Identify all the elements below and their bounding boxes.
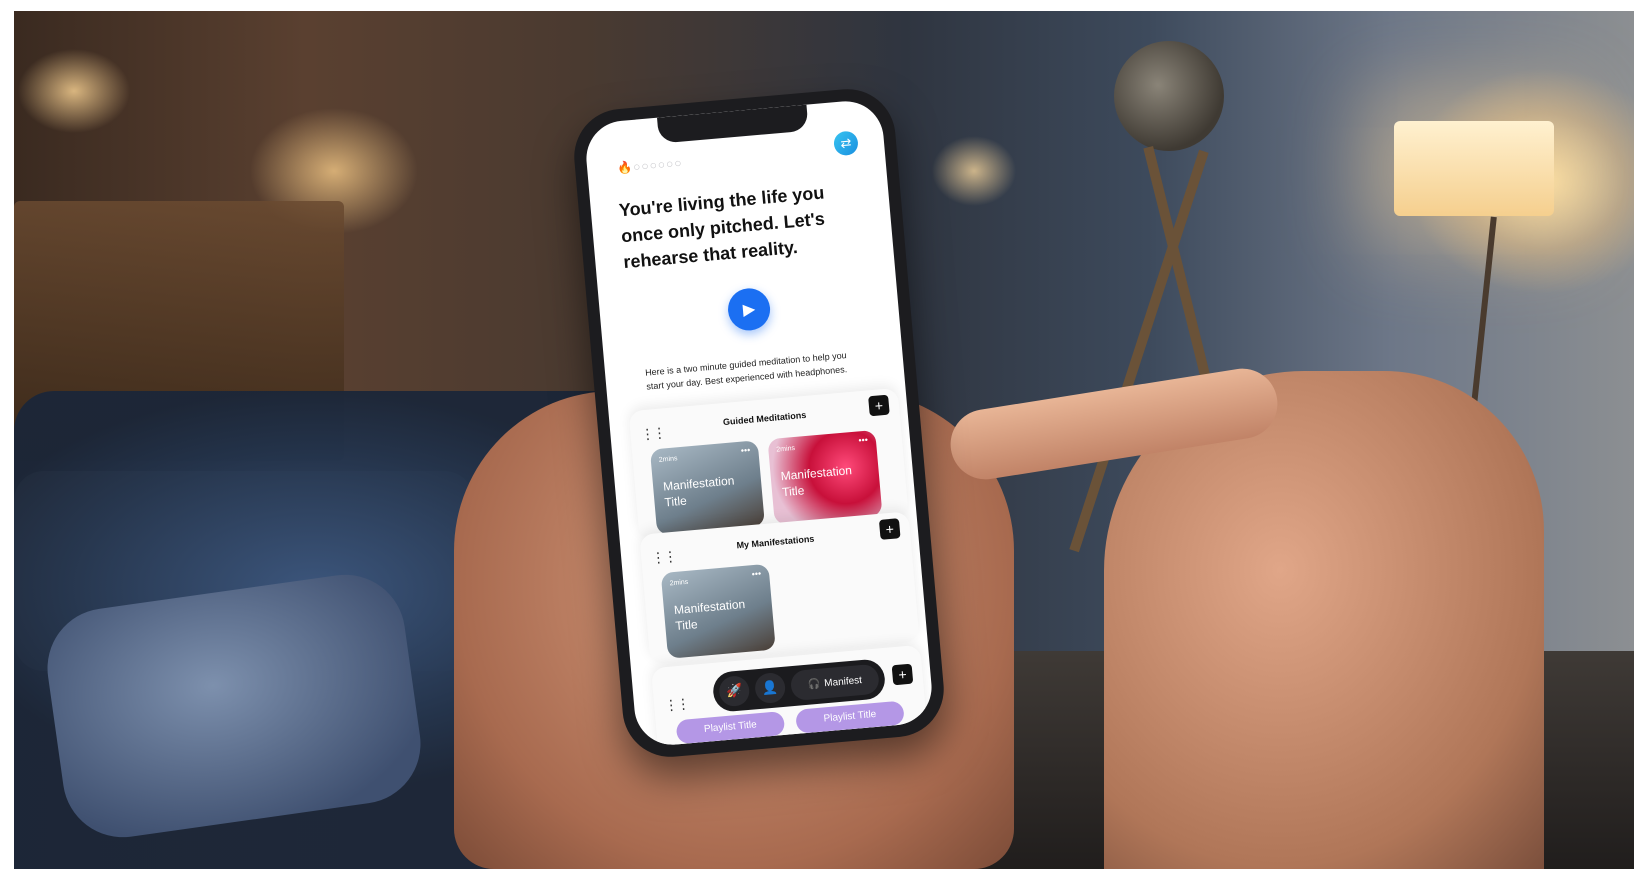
phone-notch <box>657 104 809 144</box>
add-guided-button[interactable]: + <box>868 394 890 417</box>
manifest-label: Manifest <box>823 674 863 689</box>
tripod-lamp-head <box>1114 41 1224 151</box>
add-playlist-button[interactable]: + <box>891 663 914 686</box>
card-title: Manifestation Title <box>780 463 853 500</box>
more-icon[interactable]: ••• <box>751 568 761 579</box>
meditation-description: Here is a two minute guided meditation t… <box>644 350 848 392</box>
more-icon[interactable]: ••• <box>858 435 868 446</box>
person-icon[interactable]: 👤 <box>753 671 787 705</box>
manifestation-card[interactable]: 2mins ••• Manifestation Title <box>660 563 776 659</box>
smartphone: 🔥○○○○○○ ⇄ You're living the life you onc… <box>570 85 948 761</box>
play-button[interactable]: ▶ <box>726 286 772 333</box>
streak-indicator: 🔥○○○○○○ <box>617 156 683 176</box>
fire-icon: 🔥 <box>616 160 634 176</box>
duration-label: 2mins <box>658 455 678 464</box>
more-icon[interactable]: ••• <box>740 445 750 456</box>
floor-lamp-shade <box>1394 121 1554 216</box>
rocket-icon[interactable]: 🚀 <box>718 674 751 708</box>
shuffle-icon[interactable]: ⇄ <box>832 130 859 157</box>
my-manifestations-section: ⋮⋮ My Manifestations + 2mins ••• Manifes… <box>639 511 920 665</box>
card-title: Manifestation Title <box>673 596 746 634</box>
page-headline: You're living the life you once only pit… <box>618 182 826 273</box>
section-title: Guided Meditations <box>722 409 807 428</box>
duration-label: 2mins <box>669 578 689 588</box>
manifest-button[interactable]: 🎧 Manifest <box>789 663 881 702</box>
headphones-icon: 🎧 <box>807 678 821 691</box>
section-title: My Manifestations <box>736 533 815 551</box>
add-manifestation-button[interactable]: + <box>878 518 901 540</box>
play-icon: ▶ <box>742 300 756 319</box>
drag-handle-icon[interactable]: ⋮⋮ <box>664 695 689 714</box>
manifestation-card[interactable]: 2mins ••• Manifestation Title <box>649 440 765 536</box>
manifestation-card[interactable]: 2mins ••• Manifestation Title <box>767 429 883 525</box>
streak-dots: ○○○○○○ <box>632 155 684 174</box>
card-title: Manifestation Title <box>662 473 735 510</box>
duration-label: 2mins <box>776 444 796 454</box>
phone-screen: 🔥○○○○○○ ⇄ You're living the life you onc… <box>583 98 935 748</box>
